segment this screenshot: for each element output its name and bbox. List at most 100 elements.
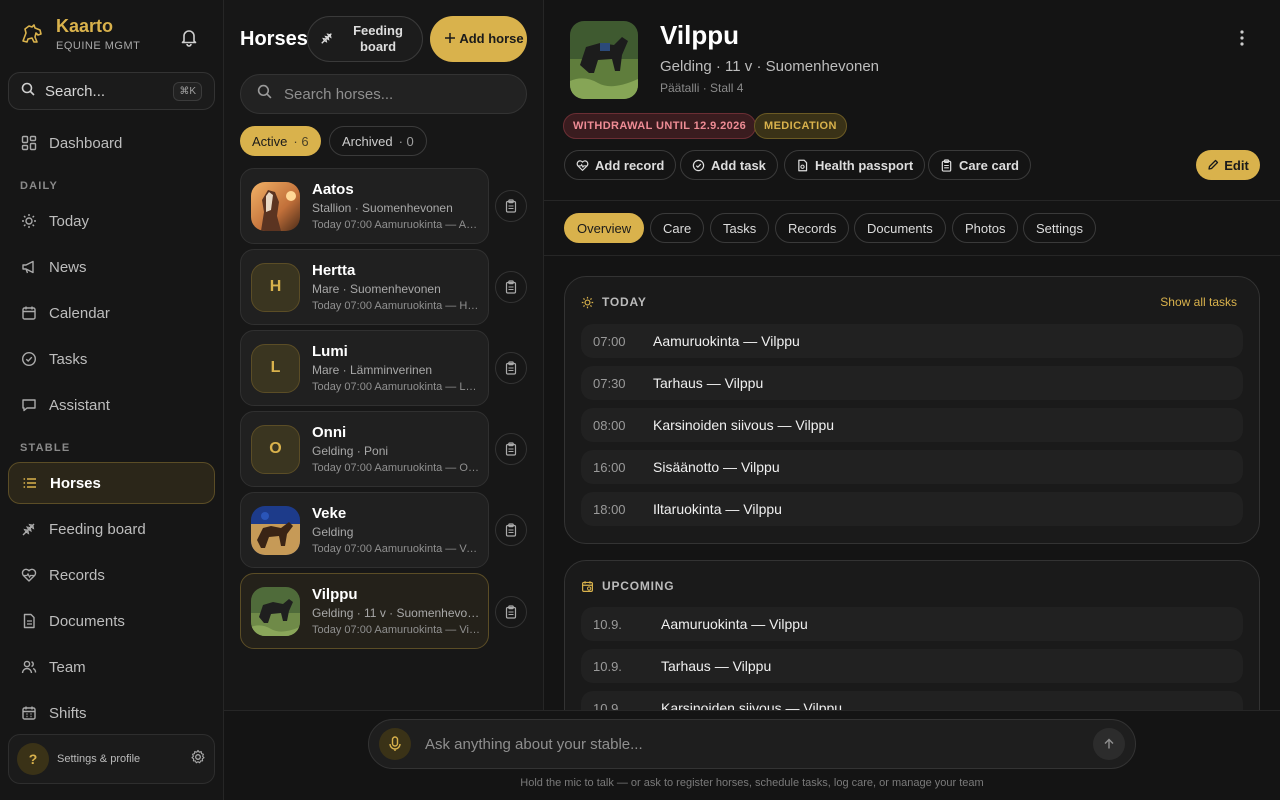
app-root: Kaarto EQUINE MGMT Search... ⌘K Dashboar… [0, 0, 1280, 800]
horse-initial: H [251, 262, 300, 312]
send-arrow-icon[interactable] [1093, 728, 1125, 760]
sidebar-item-calendar[interactable]: Calendar [8, 293, 215, 333]
brand-tagline: EQUINE MGMT [56, 40, 141, 52]
clipboard-icon[interactable] [495, 271, 527, 303]
sidebar-item-label: Tasks [49, 350, 88, 368]
upcoming-row[interactable]: 10.9. Tarhaus — Vilppu [581, 649, 1243, 683]
medication-badge: MEDICATION [754, 113, 847, 139]
sun-icon [581, 296, 594, 309]
horse-next-task: Today 07:00 Aamuruokinta — Lumi [312, 381, 482, 393]
clipboard-icon[interactable] [495, 514, 527, 546]
care-card-button[interactable]: Care card [928, 150, 1031, 180]
sidebar-item-shifts[interactable]: Shifts [8, 693, 215, 733]
clipboard-icon[interactable] [495, 352, 527, 384]
sidebar-item-team[interactable]: Team [8, 647, 215, 687]
action-label: Health passport [815, 157, 914, 173]
sidebar-item-horses[interactable]: Horses [8, 462, 215, 504]
sidebar-item-label: Records [49, 566, 105, 584]
horse-search-input[interactable]: Search horses... [240, 74, 527, 114]
pencil-icon [1207, 159, 1219, 171]
sidebar-item-news[interactable]: News [8, 247, 215, 287]
section-stable: STABLE [20, 442, 71, 454]
sidebar-item-tasks[interactable]: Tasks [8, 339, 215, 379]
document-icon [20, 612, 38, 630]
clipboard-icon[interactable] [495, 433, 527, 465]
horse-name: Vilppu [312, 586, 358, 603]
tab-documents[interactable]: Documents [854, 213, 946, 243]
horse-card-veke[interactable]: Veke Gelding Today 07:00 Aamuruokinta — … [240, 492, 489, 568]
upcoming-heading: UPCOMING [581, 579, 674, 593]
horse-card-vilppu[interactable]: Vilppu Gelding · 11 v · Suomenhevonen To… [240, 573, 489, 649]
filter-archived[interactable]: Archived · 0 [329, 126, 427, 156]
task-row[interactable]: 18:00 Iltaruokinta — Vilppu [581, 492, 1243, 526]
settings-profile[interactable]: ? Settings & profile [8, 734, 215, 784]
health-passport-button[interactable]: Health passport [784, 150, 926, 180]
tab-overview[interactable]: Overview [564, 213, 645, 243]
assistant-bar: Ask anything about your stable... Hold t… [224, 710, 1280, 800]
horse-detail-panel: Vilppu Gelding · 11 v · Suomenhevonen Pä… [544, 0, 1280, 710]
sidebar-item-label: Calendar [49, 304, 110, 322]
tab-care[interactable]: Care [650, 213, 705, 243]
brand[interactable]: Kaarto EQUINE MGMT [18, 16, 140, 52]
edit-label: Edit [1224, 157, 1249, 173]
sidebar-item-records[interactable]: Records [8, 555, 215, 595]
search-shortcut: ⌘K [173, 81, 202, 101]
bell-icon[interactable] [176, 24, 202, 50]
clipboard-icon[interactable] [495, 596, 527, 628]
task-row[interactable]: 07:30 Tarhaus — Vilppu [581, 366, 1243, 400]
check-circle-icon [692, 159, 705, 172]
edit-button[interactable]: Edit [1196, 150, 1260, 180]
task-row[interactable]: 07:00 Aamuruokinta — Vilppu [581, 324, 1243, 358]
horse-name: Aatos [312, 181, 354, 198]
horse-hero-photo[interactable] [570, 21, 638, 99]
more-options-icon[interactable] [1230, 26, 1254, 50]
chat-icon [20, 396, 38, 414]
tab-tasks[interactable]: Tasks [710, 213, 770, 243]
task-title: Tarhaus — Vilppu [653, 375, 764, 391]
tab-records[interactable]: Records [775, 213, 850, 243]
upcoming-panel: UPCOMING 10.9. Aamuruokinta — Vilppu 10.… [564, 560, 1260, 710]
show-all-tasks-link[interactable]: Show all tasks [1160, 295, 1237, 309]
filter-label: Active [252, 133, 288, 149]
sun-icon [20, 212, 38, 230]
horse-subtitle: Gelding · 11 v · Suomenhevonen [660, 58, 880, 75]
upcoming-row[interactable]: 10.9. Karsinoiden siivous — Vilppu [581, 691, 1243, 710]
divider [544, 255, 1280, 256]
gear-icon[interactable] [190, 749, 206, 770]
add-record-button[interactable]: Add record [564, 150, 677, 180]
sidebar-item-documents[interactable]: Documents [8, 601, 215, 641]
task-date: 10.9. [593, 658, 622, 674]
task-row[interactable]: 08:00 Karsinoiden siivous — Vilppu [581, 408, 1243, 442]
task-time: 08:00 [593, 417, 626, 433]
global-search[interactable]: Search... ⌘K [8, 72, 215, 110]
section-daily: DAILY [20, 180, 58, 192]
task-time: 07:00 [593, 333, 626, 349]
sidebar-item-assistant[interactable]: Assistant [8, 385, 215, 425]
tab-photos[interactable]: Photos [952, 213, 1019, 243]
horse-card-onni[interactable]: O Onni Gelding · Poni Today 07:00 Aamuru… [240, 411, 489, 487]
task-time: 18:00 [593, 501, 626, 517]
add-task-button[interactable]: Add task [680, 150, 778, 180]
clipboard-icon [940, 158, 953, 172]
feeding-board-button[interactable]: Feeding board [307, 16, 423, 62]
filter-active[interactable]: Active · 6 [240, 126, 321, 156]
assistant-input[interactable]: Ask anything about your stable... [368, 719, 1136, 769]
today-heading: TODAY [581, 295, 647, 309]
add-horse-button[interactable]: Add horse [430, 16, 527, 62]
task-row[interactable]: 16:00 Sisäänotto — Vilppu [581, 450, 1243, 484]
tab-settings[interactable]: Settings [1023, 213, 1096, 243]
add-horse-label: Add horse [459, 31, 524, 46]
mic-icon[interactable] [379, 728, 411, 760]
horse-card-hertta[interactable]: H Hertta Mare · Suomenhevonen Today 07:0… [240, 249, 489, 325]
horse-card-aatos[interactable]: Aatos Stallion · Suomenhevonen Today 07:… [240, 168, 489, 244]
horse-card-lumi[interactable]: L Lumi Mare · Lämminverinen Today 07:00 … [240, 330, 489, 406]
sidebar: Kaarto EQUINE MGMT Search... ⌘K Dashboar… [0, 0, 224, 800]
clipboard-icon[interactable] [495, 190, 527, 222]
sidebar-item-today[interactable]: Today [8, 201, 215, 241]
upcoming-row[interactable]: 10.9. Aamuruokinta — Vilppu [581, 607, 1243, 641]
task-title: Iltaruokinta — Vilppu [653, 501, 782, 517]
sidebar-item-dashboard[interactable]: Dashboard [8, 123, 215, 163]
sidebar-item-feeding-board[interactable]: Feeding board [8, 509, 215, 549]
search-icon [21, 82, 35, 101]
filter-label: Archived [342, 133, 393, 149]
